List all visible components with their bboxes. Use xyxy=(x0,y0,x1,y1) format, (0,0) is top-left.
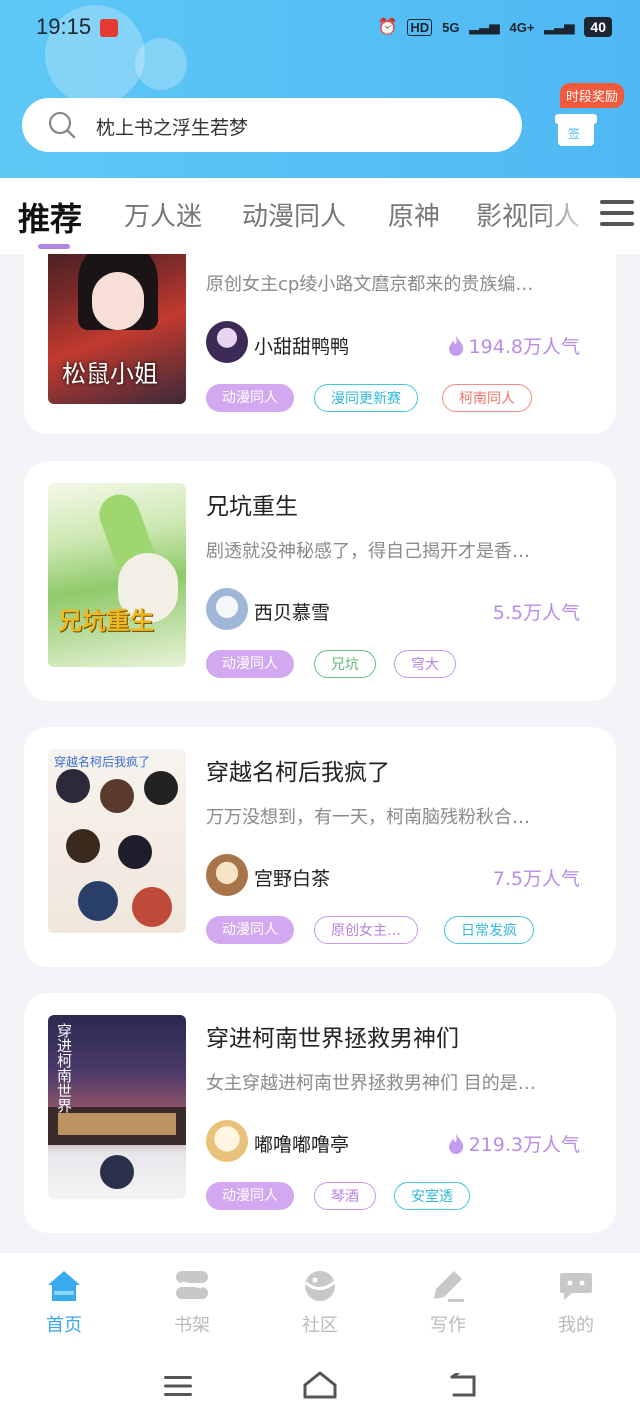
book-cover: 兄坑重生 xyxy=(48,483,186,667)
nav-home[interactable]: 首页 xyxy=(24,1269,104,1337)
active-tab-indicator xyxy=(38,244,70,249)
book-card[interactable]: 穿进柯南世界 穿进柯南世界拯救男神们 女主穿越进柯南世界拯救男神们 目的是… 嘟… xyxy=(24,993,616,1233)
profile-icon xyxy=(560,1273,592,1300)
popularity-value: 7.5万人气 xyxy=(492,868,580,890)
reward-badge[interactable]: 时段奖励 xyxy=(560,83,625,108)
nav-profile[interactable]: 我的 xyxy=(536,1269,616,1337)
pen-icon xyxy=(434,1271,464,1302)
popularity-value: 219.3万人气 xyxy=(468,1134,580,1156)
system-back-icon[interactable] xyxy=(448,1373,478,1399)
community-icon xyxy=(305,1271,337,1301)
book-title: 穿越名柯后我疯了 xyxy=(206,760,390,786)
popularity: 5.5万人气 xyxy=(493,598,580,625)
nav-label: 写作 xyxy=(430,1315,466,1336)
tab-anime-fanfic[interactable]: 动漫同人 xyxy=(242,196,346,233)
cover-title: 穿进柯南世界 xyxy=(55,1023,73,1113)
author-name[interactable]: 嘟噜嘟噜亭 xyxy=(254,1130,349,1157)
network-4g: 4G+ xyxy=(509,19,535,35)
status-time: 19:15 xyxy=(36,14,92,39)
tag[interactable]: 原创女主… xyxy=(314,916,418,944)
author-name[interactable]: 西贝慕雪 xyxy=(254,598,330,625)
battery-indicator: 40 xyxy=(584,17,612,37)
network-5g: 5G xyxy=(442,19,460,35)
popularity-value: 5.5万人气 xyxy=(492,602,580,624)
cover-title: 穿越名柯后我疯了 xyxy=(54,755,151,769)
flame-icon xyxy=(448,335,463,356)
tag[interactable]: 漫同更新赛 xyxy=(314,384,418,412)
tag[interactable]: 琴酒 xyxy=(314,1182,376,1210)
tab-wanrenmi[interactable]: 万人迷 xyxy=(124,196,202,233)
bookshelf-icon xyxy=(176,1271,208,1299)
nav-label: 书架 xyxy=(174,1315,210,1336)
tag[interactable]: 兄坑 xyxy=(314,650,376,678)
author-avatar[interactable] xyxy=(206,588,248,630)
book-description: 原创女主cp绫小路文麿京都来的贵族编… xyxy=(206,274,534,295)
book-card[interactable]: 穿越名柯后我疯了 穿越名柯后我疯了 万万没想到，有一天，柯南脑残粉秋合… 宫野白… xyxy=(24,727,616,967)
sign-label: 签 xyxy=(568,127,581,141)
flame-icon xyxy=(448,1133,463,1154)
book-description: 剧透就没神秘感了，得自己揭开才是香… xyxy=(206,541,530,562)
tag[interactable]: 动漫同人 xyxy=(206,1182,294,1210)
popularity-value: 194.8万人气 xyxy=(468,336,580,358)
tag[interactable]: 穹大 xyxy=(394,650,456,678)
cover-title: 松鼠小姐 xyxy=(62,360,158,388)
alarm-icon: ⏰ xyxy=(377,19,398,36)
system-home-icon[interactable] xyxy=(302,1371,338,1399)
tab-recommend[interactable]: 推荐 xyxy=(18,194,82,240)
tag[interactable]: 动漫同人 xyxy=(206,916,294,944)
search-bar[interactable]: 枕上书之浮生若梦 xyxy=(22,98,522,152)
hd-indicator: HD xyxy=(407,18,433,36)
tag[interactable]: 动漫同人 xyxy=(206,650,294,678)
sign-in-gift-icon[interactable]: 签 xyxy=(555,114,597,146)
popularity: 7.5万人气 xyxy=(493,864,580,891)
search-icon xyxy=(48,111,76,139)
author-name[interactable]: 小甜甜鸭鸭 xyxy=(254,332,349,359)
bottom-nav: 首页 书架 社区 写作 我的 xyxy=(0,1253,640,1425)
tabs-fade xyxy=(540,178,600,252)
app-header: 19:15 ⏰ HD 5G ▂▃▅ 4G+ ▂▃▅ 40 枕上书之浮生若梦 时段… xyxy=(0,0,640,178)
author-avatar[interactable] xyxy=(206,1120,248,1162)
signal-icon: ▂▃▅ xyxy=(469,19,500,34)
nav-community[interactable]: 社区 xyxy=(280,1269,360,1337)
author-avatar[interactable] xyxy=(206,321,248,363)
book-description: 万万没想到，有一天，柯南脑残粉秋合… xyxy=(206,807,530,828)
book-card[interactable]: 兄坑重生 兄坑重生 剧透就没神秘感了，得自己揭开才是香… 西贝慕雪 5.5万人气… xyxy=(24,461,616,701)
home-icon xyxy=(48,1271,80,1301)
tag[interactable]: 动漫同人 xyxy=(206,384,294,412)
signal-icon: ▂▃▅ xyxy=(544,19,575,34)
popularity: 219.3万人气 xyxy=(447,1130,580,1157)
notification-app-icon xyxy=(100,19,118,37)
nav-label: 社区 xyxy=(302,1315,338,1336)
nav-bookshelf[interactable]: 书架 xyxy=(152,1269,232,1337)
nav-label: 首页 xyxy=(46,1315,82,1336)
tag[interactable]: 柯南同人 xyxy=(442,384,532,412)
nav-write[interactable]: 写作 xyxy=(408,1269,488,1337)
search-placeholder: 枕上书之浮生若梦 xyxy=(96,117,249,139)
popularity: 194.8万人气 xyxy=(447,332,580,359)
author-name[interactable]: 宫野白茶 xyxy=(254,864,330,891)
book-title: 穿进柯南世界拯救男神们 xyxy=(206,1026,459,1052)
tag[interactable]: 安室透 xyxy=(394,1182,470,1210)
tab-genshin[interactable]: 原神 xyxy=(388,196,440,233)
book-cover: 穿越名柯后我疯了 xyxy=(48,749,186,933)
status-bar: 19:15 ⏰ HD 5G ▂▃▅ 4G+ ▂▃▅ 40 xyxy=(0,0,640,58)
menu-icon[interactable] xyxy=(600,200,634,234)
cover-title: 兄坑重生 xyxy=(58,606,154,635)
tag[interactable]: 日常发疯 xyxy=(444,916,534,944)
author-avatar[interactable] xyxy=(206,854,248,896)
nav-label: 我的 xyxy=(558,1315,594,1336)
book-title: 兄坑重生 xyxy=(206,494,298,520)
recent-apps-icon[interactable] xyxy=(164,1375,192,1397)
book-description: 女主穿越进柯南世界拯救男神们 目的是… xyxy=(206,1073,536,1094)
book-cover: 穿进柯南世界 xyxy=(48,1015,186,1199)
